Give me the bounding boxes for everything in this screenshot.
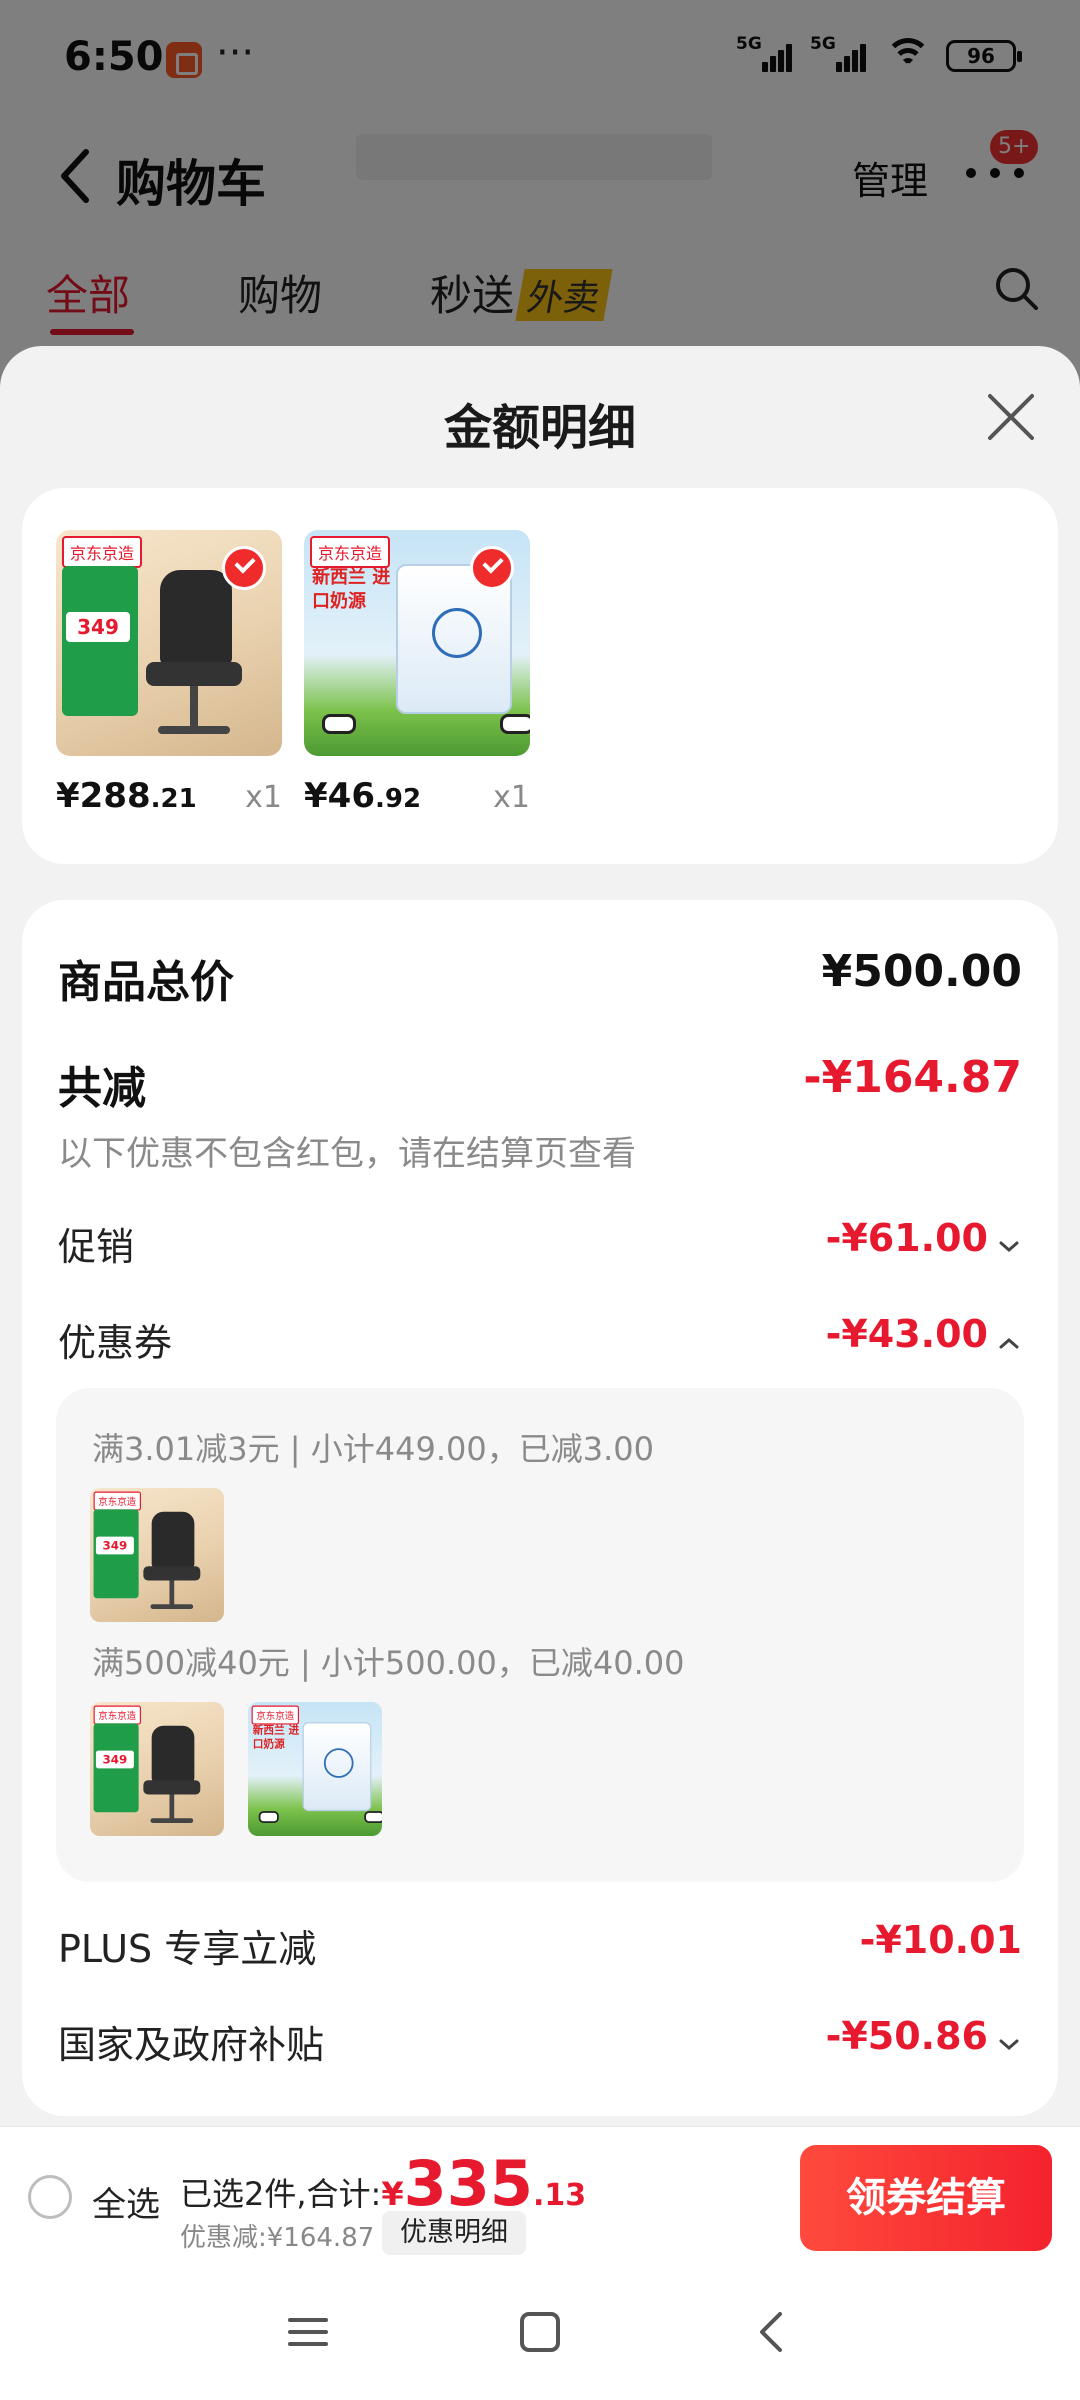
- product-quantity: x1: [245, 780, 282, 815]
- product-image-chair: 京东京造 349: [56, 530, 282, 756]
- checkout-bar: 全选 已选2件,合计:¥335.13 优惠减:¥164.87 优惠明细 领券结算: [0, 2126, 1080, 2264]
- system-nav-bar: [0, 2264, 1080, 2400]
- total-summary: 已选2件,合计:¥335.13: [180, 2147, 586, 2220]
- coupon-product-thumb: 京东京造 新西兰 进口奶源: [248, 1702, 382, 1836]
- product-image-milk: 京东京造 新西兰 进口奶源: [304, 530, 530, 756]
- product-price: ¥288.21: [56, 776, 197, 816]
- checked-icon: [470, 546, 514, 590]
- total-price-value: ¥500.00: [821, 946, 1022, 997]
- coupon-rule: 满3.01减3元 | 小计449.00，已减3.00: [92, 1430, 654, 1468]
- back-icon[interactable]: [744, 2304, 800, 2360]
- coupon-value: -¥43.00: [825, 1312, 988, 1356]
- chevron-down-icon: [999, 1241, 1019, 1252]
- selected-count-text: 已选2件,合计:: [180, 2175, 382, 2213]
- sheet-title: 金额明细: [443, 400, 636, 456]
- price-dec: .92: [374, 784, 422, 814]
- coupon-rule: 满500减40元 | 小计500.00，已减40.00: [92, 1644, 685, 1682]
- product-price: ¥46.92: [304, 776, 421, 816]
- promo-price: 349: [95, 1750, 134, 1769]
- coupon-detail-box: 满3.01减3元 | 小计449.00，已减3.00 京东京造 349 满500…: [56, 1388, 1024, 1882]
- selected-products-card: 京东京造 349 ¥288.21 x1 京东京造 新西兰 进口奶源 ¥46.92…: [22, 488, 1058, 864]
- brand-tag: 京东京造: [93, 1491, 142, 1511]
- select-all-label[interactable]: 全选: [92, 2177, 160, 2226]
- total-reduction-row: 共减 -¥164.87: [58, 1052, 1022, 1116]
- promo-price: 349: [95, 1536, 134, 1555]
- coupon-label: 优惠券: [58, 1321, 173, 1365]
- gov-subsidy-label: 国家及政府补贴: [58, 2023, 325, 2067]
- price-dec: .21: [150, 784, 197, 814]
- discount-detail-button[interactable]: 优惠明细: [382, 2211, 526, 2255]
- gov-subsidy-row[interactable]: 国家及政府补贴 -¥50.86: [58, 2014, 1022, 2078]
- price-detail-card: 商品总价 ¥500.00 共减 -¥164.87 以下优惠不包含红包，请在结算页…: [22, 900, 1058, 2116]
- total-amount-dec: .13: [533, 2178, 587, 2213]
- promotion-row[interactable]: 促销 -¥61.00: [58, 1216, 1022, 1280]
- brand-tag: 京东京造: [93, 1705, 142, 1725]
- promo-price: 349: [66, 612, 130, 642]
- plus-discount-row: PLUS 专享立减 -¥10.01: [58, 1918, 1022, 1982]
- amount-detail-sheet: 金额明细 京东京造 349 ¥288.21 x1 京东京造 新西兰 进口奶源 ¥…: [0, 346, 1080, 2126]
- chevron-down-icon: [999, 2039, 1019, 2050]
- gov-subsidy-value: -¥50.86: [825, 2014, 988, 2058]
- chevron-up-icon: [999, 1338, 1019, 1349]
- promotion-value: -¥61.00: [825, 1216, 988, 1260]
- coupon-product-thumb: 京东京造 349: [90, 1488, 224, 1622]
- promotion-label: 促销: [58, 1225, 135, 1269]
- coupon-product-thumb: 京东京造 349: [90, 1702, 224, 1836]
- brand-tag: 京东京造: [310, 536, 391, 568]
- plus-discount-value: -¥10.01: [859, 1918, 1022, 1962]
- price-int: ¥288: [56, 776, 151, 816]
- total-price-row: 商品总价 ¥500.00: [58, 946, 1022, 1010]
- discount-amount: 优惠减:¥164.87: [180, 2223, 375, 2253]
- total-reduction-value: -¥164.87: [803, 1052, 1022, 1103]
- coupon-row[interactable]: 优惠券 -¥43.00: [58, 1312, 1022, 1376]
- close-icon[interactable]: [986, 392, 1036, 442]
- price-int: ¥46: [304, 776, 375, 816]
- reduction-note: 以下优惠不包含红包，请在结算页查看: [58, 1134, 636, 1174]
- product-image-caption: 新西兰 进口奶源: [252, 1723, 300, 1751]
- product-quantity: x1: [493, 780, 530, 815]
- select-all-radio[interactable]: [28, 2175, 72, 2219]
- brand-tag: 京东京造: [251, 1705, 300, 1725]
- product-item-milk[interactable]: 京东京造 新西兰 进口奶源 ¥46.92 x1: [304, 530, 530, 816]
- home-icon[interactable]: [512, 2304, 568, 2360]
- checkout-button[interactable]: 领券结算: [800, 2145, 1052, 2251]
- total-amount-int: 335: [403, 2147, 534, 2220]
- plus-discount-label: PLUS 专享立减: [58, 1927, 317, 1971]
- checked-icon: [222, 546, 266, 590]
- product-image-caption: 新西兰 进口奶源: [312, 567, 391, 612]
- total-currency: ¥: [381, 2175, 404, 2213]
- total-price-label: 商品总价: [58, 957, 234, 1008]
- total-reduction-label: 共减: [58, 1063, 146, 1114]
- brand-tag: 京东京造: [62, 536, 143, 568]
- product-item-chair[interactable]: 京东京造 349 ¥288.21 x1: [56, 530, 282, 816]
- menu-icon[interactable]: [280, 2304, 336, 2360]
